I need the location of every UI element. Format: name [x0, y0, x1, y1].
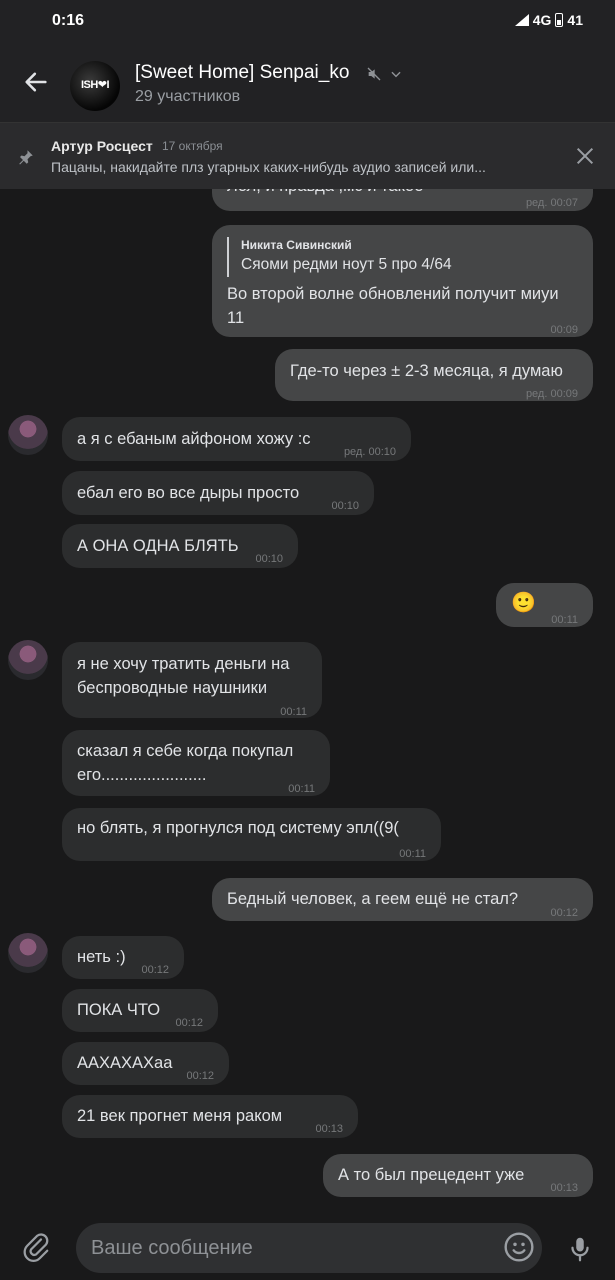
message-text: Лол, и правда ,мс и такое — [227, 189, 423, 198]
pinned-message[interactable]: Артур Росцест 17 октября Пацаны, накидай… — [0, 122, 615, 189]
message-text: я не хочу тратить деньги на беспроводные… — [77, 655, 290, 697]
avatar[interactable] — [8, 415, 48, 455]
message-text: 21 век прогнет меня раком — [77, 1107, 283, 1125]
reply-quote[interactable]: Никита Сивинский Сяоми редми ноут 5 про … — [227, 237, 452, 277]
message-list[interactable]: Лол, и правда ,мс и такое ред. 00:07 Ник… — [0, 189, 615, 1215]
message-emoji: 🙂 — [511, 592, 536, 614]
message-input[interactable] — [76, 1223, 542, 1273]
message-time: 00:11 — [288, 783, 315, 795]
status-bar: 0:16 4G 41 — [0, 0, 615, 44]
message-time: 00:13 — [550, 1182, 578, 1194]
message-bubble[interactable]: Бедный человек, а геем ещё не стал? 00:1… — [212, 878, 593, 921]
message-bubble[interactable]: ААХАХАХаа 00:12 — [62, 1042, 229, 1085]
attachment-icon[interactable] — [21, 1231, 51, 1263]
microphone-icon[interactable] — [565, 1233, 595, 1265]
message-bubble[interactable]: ПОКА ЧТО 00:12 — [62, 989, 218, 1032]
battery-icon — [555, 13, 564, 27]
message-bubble[interactable]: сказал я себе когда покупал его.........… — [62, 730, 330, 796]
message-time: 00:10 — [255, 553, 283, 565]
message-bubble[interactable]: а я с ебаным айфоном хожу :с ред. 00:10 — [62, 417, 411, 461]
message-text: а я с ебаным айфоном хожу :с — [77, 430, 311, 448]
battery-level: 41 — [567, 12, 583, 28]
avatar[interactable] — [8, 640, 48, 680]
back-arrow-icon[interactable] — [22, 68, 50, 96]
message-time: 00:11 — [551, 614, 578, 626]
message-time: 00:10 — [331, 500, 359, 512]
message-text: неть :) — [77, 948, 126, 966]
message-text: Где-то через ± 2-3 месяца, я думаю — [290, 362, 563, 380]
pinned-text: Пацаны, накидайте плз угарных каких-нибу… — [51, 159, 486, 175]
message-time: ред. 00:07 — [525, 197, 578, 209]
pin-icon — [19, 150, 33, 165]
message-text: А то был прецедент уже — [338, 1166, 525, 1184]
message-time: 00:12 — [141, 964, 169, 976]
message-bubble[interactable]: Лол, и правда ,мс и такое ред. 00:07 — [212, 189, 593, 211]
message-time: 00:12 — [550, 907, 578, 919]
message-bubble[interactable]: А ОНА ОДНА БЛЯТЬ 00:10 — [62, 524, 298, 568]
message-time: 00:12 — [186, 1070, 214, 1082]
message-text: Бедный человек, а геем ещё не стал? — [227, 890, 519, 908]
chat-header: ISH❤I [Sweet Home] Senpai_ko 29 участник… — [0, 44, 615, 122]
message-time: 00:12 — [175, 1017, 203, 1029]
message-composer — [0, 1215, 615, 1280]
status-icons: 4G 41 — [514, 12, 583, 28]
message-time: 00:13 — [315, 1123, 343, 1135]
pinned-author: Артур Росцест — [51, 138, 153, 154]
message-time: 00:11 — [280, 706, 307, 718]
chat-avatar[interactable]: ISH❤I — [70, 61, 120, 111]
message-bubble[interactable]: А то был прецедент уже 00:13 — [323, 1154, 593, 1197]
chat-title[interactable]: [Sweet Home] Senpai_ko — [135, 62, 349, 84]
network-type: 4G — [532, 12, 552, 28]
message-text: ПОКА ЧТО — [77, 1001, 161, 1019]
quote-text: Сяоми редми ноут 5 про 4/64 — [241, 256, 452, 273]
message-bubble[interactable]: 21 век прогнет меня раком 00:13 — [62, 1095, 358, 1138]
message-bubble[interactable]: Никита Сивинский Сяоми редми ноут 5 про … — [212, 225, 593, 337]
muted-icon — [367, 67, 381, 81]
message-text: А ОНА ОДНА БЛЯТЬ — [77, 537, 239, 555]
message-time: ред. 00:10 — [343, 446, 396, 458]
message-bubble[interactable]: ебал его во все дыры просто 00:10 — [62, 471, 374, 515]
chat-members-count: 29 участников — [135, 88, 241, 105]
signal-icon — [514, 14, 529, 26]
chat-avatar-logo: ISH❤I — [80, 79, 110, 91]
message-bubble[interactable]: Где-то через ± 2-3 месяца, я думаю ред. … — [275, 349, 593, 401]
message-time: ред. 00:09 — [525, 388, 578, 400]
emoji-icon[interactable] — [503, 1231, 535, 1263]
close-icon[interactable] — [574, 145, 596, 167]
message-bubble[interactable]: неть :) 00:12 — [62, 936, 184, 979]
message-bubble[interactable]: 🙂 00:11 — [496, 583, 593, 627]
chevron-down-icon[interactable] — [389, 67, 403, 81]
pinned-date: 17 октября — [162, 139, 223, 153]
message-bubble[interactable]: но блять, я прогнулся под систему эпл((9… — [62, 808, 441, 861]
status-time: 0:16 — [52, 12, 85, 29]
message-time: 00:09 — [550, 324, 578, 336]
message-text: Во второй волне обновлений получит миуи … — [227, 285, 559, 327]
message-text: ААХАХАХаа — [77, 1054, 173, 1072]
quote-author: Никита Сивинский — [241, 238, 352, 252]
message-time: 00:11 — [399, 848, 426, 860]
message-text: сказал я себе когда покупал его.........… — [77, 742, 294, 784]
message-bubble[interactable]: я не хочу тратить деньги на беспроводные… — [62, 642, 322, 718]
message-text: ебал его во все дыры просто — [77, 484, 300, 502]
avatar[interactable] — [8, 933, 48, 973]
message-text: но блять, я прогнулся под систему эпл((9… — [77, 819, 399, 837]
